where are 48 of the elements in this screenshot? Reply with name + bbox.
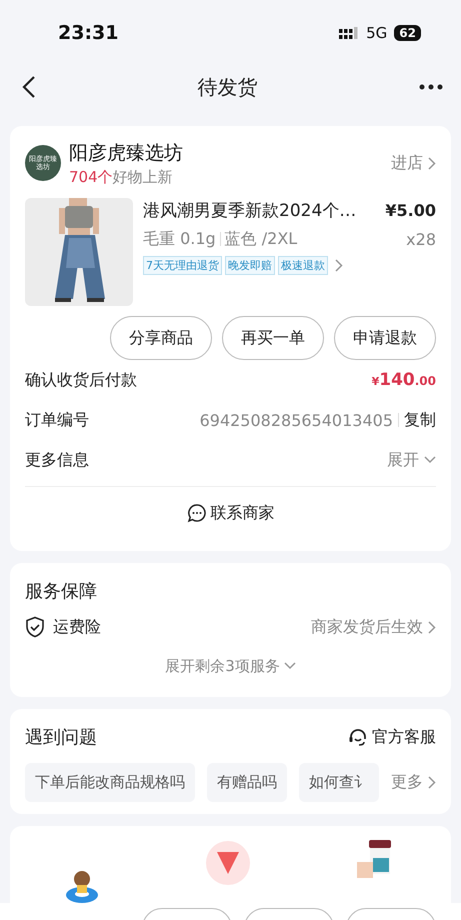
order-number-label: 订单编号: [25, 410, 89, 430]
service-status[interactable]: 商家发货后生效: [311, 616, 423, 638]
action-button[interactable]: 再买一单: [222, 316, 324, 360]
chevron-down-icon: [424, 456, 436, 464]
product-spec: 蓝色 /2XL: [224, 228, 298, 250]
section-title: 服务保障: [25, 580, 97, 603]
chevron-down-icon: [284, 662, 296, 670]
product-title[interactable]: 港风潮男夏季新款2024个…: [143, 198, 356, 222]
more-icon[interactable]: [419, 84, 443, 90]
question-chip[interactable]: 有赠品吗: [207, 763, 287, 802]
action-button[interactable]: 申请退款: [334, 316, 436, 360]
shield-check-icon: [25, 616, 45, 638]
page-title: 待发货: [198, 74, 258, 100]
status-time: 23:31: [58, 22, 118, 44]
more-info-label: 更多信息: [25, 450, 89, 470]
chevron-right-icon: [428, 776, 436, 789]
signal-icon: [339, 26, 360, 40]
service-name: 运费险: [53, 616, 101, 638]
copy-link[interactable]: 复制: [404, 410, 436, 430]
order-number: 6942508285654013405: [200, 410, 393, 430]
service-tag: 晚发即赔: [225, 256, 275, 275]
service-tag: 极速退款: [278, 256, 328, 275]
product-quantity: x28: [406, 230, 436, 248]
expand-toggle[interactable]: 展开: [387, 450, 419, 470]
customer-service-link[interactable]: 官方客服: [372, 726, 436, 748]
product-weight: 毛重 0.1g: [143, 228, 216, 250]
chevron-right-icon: [428, 156, 436, 170]
chat-icon: [186, 503, 206, 523]
back-icon[interactable]: [22, 75, 36, 99]
expand-services-link[interactable]: 展开剩余3项服务: [165, 656, 280, 676]
battery-level: 62: [394, 25, 421, 41]
question-chip[interactable]: 如何查讠: [299, 763, 379, 802]
chevron-right-icon: [335, 259, 343, 272]
network-label: 5G: [366, 24, 388, 42]
service-tag: 7天无理由退货: [143, 256, 222, 275]
payment-amount: ¥140.00: [372, 370, 436, 390]
enter-shop-link[interactable]: 进店: [391, 152, 423, 174]
more-questions-link[interactable]: 更多: [391, 772, 423, 793]
payment-label: 确认收货后付款: [25, 370, 137, 390]
section-title: 遇到问题: [25, 726, 97, 749]
contact-seller-button[interactable]: 联系商家: [210, 502, 274, 524]
chevron-right-icon: [428, 620, 436, 634]
action-button[interactable]: 分享商品: [110, 316, 212, 360]
new-items-text: 704个好物上新: [69, 168, 174, 186]
shop-name[interactable]: 阳彦虎臻选坊: [69, 140, 183, 166]
question-chip[interactable]: 下单后能改商品规格吗: [25, 763, 195, 802]
product-price: ¥5.00: [385, 200, 436, 220]
headset-icon: [348, 727, 368, 747]
